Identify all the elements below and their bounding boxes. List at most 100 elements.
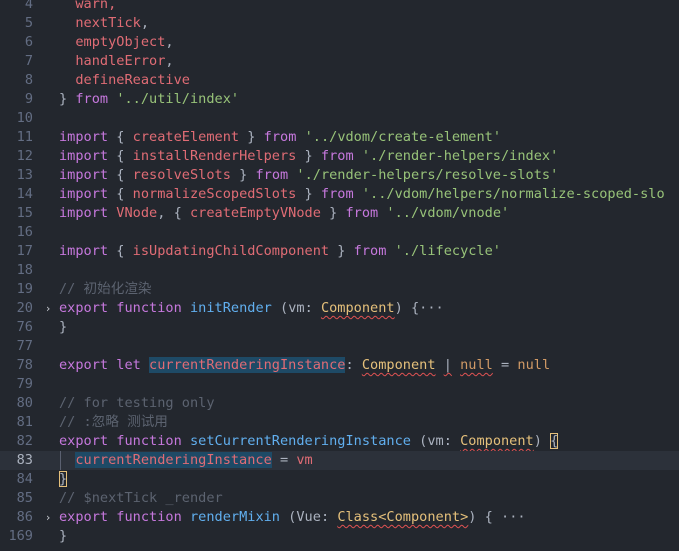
code-text[interactable]: export function setCurrentRenderingInsta… [59,432,559,451]
code-token: function [116,433,182,449]
code-text[interactable]: // 初始化渲染 [59,280,152,299]
code-text[interactable]: emptyObject, [59,33,174,52]
line-number: 8 [24,72,33,88]
code-text[interactable]: } [59,470,68,489]
code-editor[interactable]: 4 warn, 5 nextTick, 6 emptyObject, 7 handle… [0,0,679,551]
line-number: 76 [16,319,33,335]
code-line[interactable]: 80 // for testing only [0,394,679,413]
code-line[interactable]: 13 import { resolveSlots } from './render… [0,166,679,185]
code-text[interactable]: // :忽略 测试用 [59,413,168,432]
code-line[interactable]: 11 import { createElement } from '../vdom… [0,128,679,147]
line-number: 4 [24,0,33,12]
code-text[interactable]: // $nextTick _render [59,489,223,508]
code-text[interactable]: } [59,318,67,337]
code-token: from [320,186,354,202]
code-line[interactable]: 6 emptyObject, [0,33,679,52]
code-text[interactable]: import { installRenderHelpers } from './… [59,147,558,166]
code-token: , [165,53,174,69]
code-token: // :忽略 测试用 [59,414,168,430]
code-line[interactable]: 76} [0,318,679,337]
code-line[interactable]: 169} [0,527,679,546]
code-line[interactable]: 19 // 初始化渲染 [0,280,679,299]
code-line[interactable]: 81 // :忽略 测试用 [0,413,679,432]
code-text[interactable]: import { normalizeScopedSlots } from '..… [59,185,665,204]
code-line[interactable]: 77 [0,337,679,356]
code-line[interactable]: 12 import { installRenderHelpers } from '… [0,147,679,166]
code-text[interactable]: } [59,527,67,546]
code-token: } [59,319,68,335]
code-text[interactable]: nextTick, [59,14,149,33]
fold-chevron-icon[interactable]: › [42,299,54,318]
code-token: Component [460,433,534,449]
code-line[interactable]: 85 // $nextTick _render [0,489,679,508]
code-text[interactable]: warn, [59,0,116,14]
code-token: Vue [296,509,321,525]
code-line[interactable]: 7 handleError, [0,52,679,71]
code-line[interactable]: 86 › export function renderMixin (Vue: Cla… [0,508,679,527]
line-number: 11 [16,129,33,145]
code-text[interactable]: handleError, [59,52,174,71]
code-line[interactable]: 82 export function setCurrentRenderingIns… [0,432,679,451]
code-line[interactable]: 83 currentRenderingInstance = vm [0,451,679,470]
code-token: } [296,186,321,202]
code-token: '../vdom/vnode' [386,205,510,221]
code-line[interactable]: 20 › export function initRender (vm: Compo… [0,299,679,318]
line-number: 13 [16,167,33,183]
code-token: from [75,91,109,107]
code-line[interactable]: 84} [0,470,679,489]
code-token: import [59,205,109,221]
code-token: export [59,357,109,373]
code-token: : [304,300,321,316]
code-text[interactable]: } from '../util/index' [59,90,239,109]
code-line[interactable]: 79 [0,375,679,394]
code-text[interactable]: export function initRender (vm: Componen… [59,299,444,318]
code-token: export [59,509,109,525]
code-token: import [59,243,109,259]
code-line[interactable]: 14 import { normalizeScopedSlots } from '… [0,185,679,204]
code-token: initRender [189,300,272,316]
code-text[interactable]: defineReactive [59,71,190,90]
code-line[interactable]: 8 defineReactive [0,71,679,90]
code-line[interactable]: 16 [0,223,679,242]
code-token: } [329,243,354,259]
code-text[interactable]: currentRenderingInstance = vm [59,451,313,470]
code-text[interactable]: // for testing only [59,394,215,413]
code-line[interactable]: 9} from '../util/index' [0,90,679,109]
line-number: 5 [24,15,33,31]
code-token: | [443,357,452,373]
code-text[interactable]: import { resolveSlots } from './render-h… [59,166,558,185]
code-text[interactable]: import VNode, { createEmptyVNode } from … [59,204,509,223]
line-number: 6 [24,34,33,50]
code-line[interactable]: 17 import { isUpdatingChildComponent } fr… [0,242,679,261]
line-number: 16 [16,224,33,240]
code-line[interactable]: 5 nextTick, [0,14,679,33]
fold-chevron-icon[interactable]: › [42,508,54,527]
code-line[interactable]: 4 warn, [0,0,679,14]
code-token: , [165,34,174,50]
code-text[interactable]: import { isUpdatingChildComponent } from… [59,242,501,261]
code-token: import [59,129,109,145]
line-number: 77 [16,338,33,354]
code-token: installRenderHelpers [132,148,297,164]
code-text[interactable]: import { createElement } from '../vdom/c… [59,128,501,147]
code-token: : [320,509,338,525]
code-text[interactable]: export let currentRenderingInstance: Com… [59,356,550,375]
line-number: 7 [24,53,33,69]
code-token: export [59,433,109,449]
code-line[interactable]: 15 import VNode, { createEmptyVNode } fro… [0,204,679,223]
line-number: 83 [16,452,33,468]
code-token: , { [157,205,190,221]
code-token: createElement [132,129,240,145]
code-text[interactable]: export function renderMixin (Vue: Class<… [59,508,526,527]
code-token: './render-helpers/resolve-slots' [296,167,559,183]
code-token: resolveSlots [132,167,231,183]
code-line[interactable]: 18 [0,261,679,280]
code-token: from [263,129,297,145]
code-line[interactable]: 10 [0,109,679,128]
code-line[interactable]: 78 export let currentRenderingInstance: C… [0,356,679,375]
